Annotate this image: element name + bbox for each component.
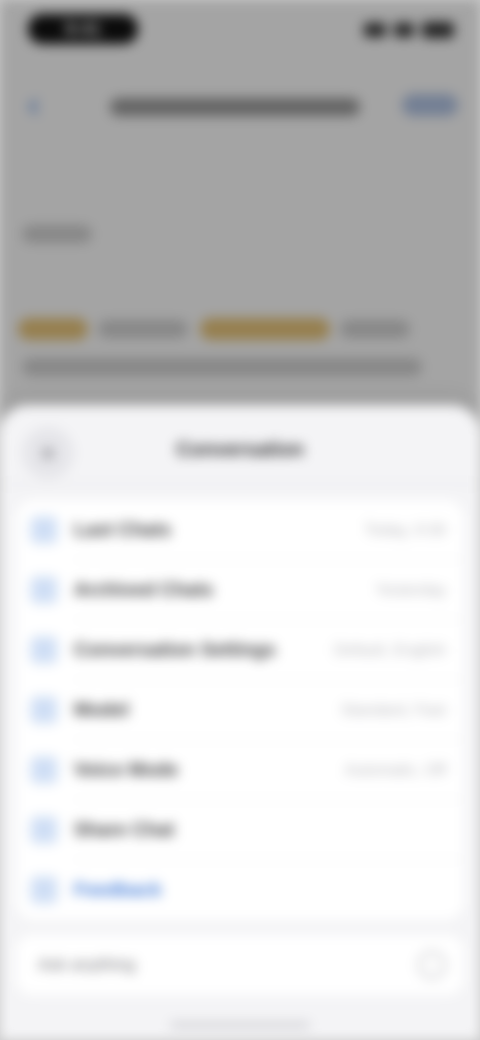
list-item-value: Standard, Fast [341, 702, 446, 719]
list-item-label: Archived Chats [74, 580, 214, 601]
message-input[interactable]: Ask anything ↑ [16, 935, 464, 995]
options-list: ◦ Last Chats Today, 9:30 ◦ Archived Chat… [16, 500, 464, 920]
list-item[interactable]: ◦ Voice Mode Automatic, Off [16, 740, 464, 800]
list-item[interactable]: ◦ Archived Chats Yesterday [16, 560, 464, 620]
model-icon: ◦ [30, 696, 58, 724]
sheet-title: Conversation [176, 439, 304, 461]
list-item-value: Automatic, Off [344, 762, 446, 779]
list-item-label: Conversation Settings [74, 640, 276, 661]
list-item-value: Today, 9:30 [364, 522, 446, 539]
list-item[interactable]: ◦ Conversation Settings Default, English [16, 620, 464, 680]
feedback-icon: ◦ [30, 876, 58, 904]
list-item-label: Last Chats [74, 520, 172, 541]
home-indicator [170, 1022, 310, 1028]
list-item-value: Yesterday [375, 582, 446, 599]
list-item[interactable]: ◦ Last Chats Today, 9:30 [16, 500, 464, 560]
list-item-value: Default, English [333, 642, 446, 659]
voice-icon: ◦ [30, 756, 58, 784]
list-item[interactable]: ◦ Feedback [16, 860, 464, 920]
send-icon[interactable]: ↑ [418, 951, 446, 979]
list-item[interactable]: ◦ Model Standard, Fast [16, 680, 464, 740]
list-item-label: Feedback [74, 880, 162, 901]
list-item-label: Voice Mode [74, 760, 179, 781]
list-item-label: Model [74, 700, 129, 721]
sheet-divider [0, 484, 480, 485]
settings-icon: ◦ [30, 636, 58, 664]
list-item[interactable]: ◦ Share Chat [16, 800, 464, 860]
chat-icon: ◦ [30, 516, 58, 544]
input-placeholder: Ask anything [38, 955, 136, 974]
sheet-header: × Conversation [0, 405, 480, 495]
list-item-label: Share Chat [74, 820, 175, 841]
share-icon: ◦ [30, 816, 58, 844]
archive-icon: ◦ [30, 576, 58, 604]
